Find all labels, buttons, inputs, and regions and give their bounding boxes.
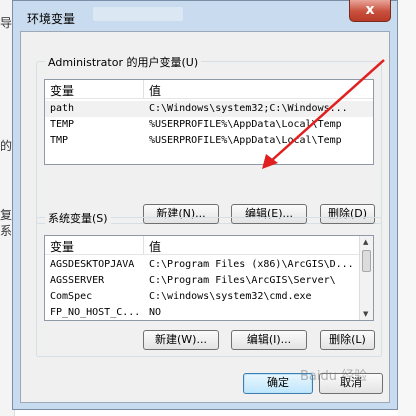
- variable-value: C:\Windows\system32;C:\Windows...: [149, 103, 348, 114]
- watermark: Baidu 经验: [300, 369, 368, 384]
- column-header-value[interactable]: 值: [149, 82, 161, 99]
- vertical-scrollbar[interactable]: ▲ ▼: [359, 236, 373, 320]
- list-header: 变量 值: [45, 236, 373, 255]
- variable-name: TMP: [50, 135, 69, 146]
- background-text: 系: [0, 224, 13, 238]
- variable-name: ComSpec: [50, 291, 93, 302]
- scroll-down-icon[interactable]: ▼: [363, 310, 368, 318]
- scroll-up-icon[interactable]: ▲: [363, 238, 368, 246]
- column-header-variable[interactable]: 变量: [50, 238, 74, 255]
- background-text: 导: [0, 16, 13, 30]
- scroll-thumb[interactable]: [362, 250, 371, 272]
- column-divider[interactable]: [143, 80, 144, 98]
- list-header: 变量 值: [45, 80, 373, 99]
- variable-value: C:\Program Files (x86)\ArcGIS\D...: [149, 259, 354, 270]
- table-row[interactable]: ComSpec C:\windows\system32\cmd.exe: [45, 289, 373, 305]
- column-header-variable[interactable]: 变量: [50, 82, 74, 99]
- column-header-value[interactable]: 值: [149, 238, 161, 255]
- close-button[interactable]: x: [349, 0, 391, 22]
- variable-name: path: [50, 103, 75, 114]
- environment-variables-dialog: 环境变量 x Administrator 的用户变量(U) 变量 值 path …: [12, 0, 398, 410]
- table-row[interactable]: TMP %USERPROFILE%\AppData\Local\Temp: [45, 133, 373, 149]
- variable-name: FP_NO_HOST_C...: [50, 307, 141, 318]
- dialog-client-area: Administrator 的用户变量(U) 变量 值 path C:\Wind…: [20, 31, 390, 403]
- variable-name: AGSSERVER: [50, 275, 105, 286]
- system-new-button[interactable]: 新建(W)...: [143, 330, 219, 350]
- blurred-title-fragment: [93, 7, 183, 21]
- user-variables-label: Administrator 的用户变量(U): [45, 54, 202, 70]
- table-row[interactable]: TEMP %USERPROFILE%\AppData\Local\Temp: [45, 117, 373, 133]
- variable-value: C:\Program Files\ArcGIS\Server\: [149, 275, 336, 286]
- table-row[interactable]: FP_NO_HOST_C... NO: [45, 305, 373, 320]
- dialog-titlebar[interactable]: 环境变量 x: [13, 0, 397, 31]
- system-variables-group: 系统变量(S) 变量 值 AGSDESKTOPJAVA C:\Program F…: [36, 210, 382, 357]
- variable-value: NO: [149, 307, 162, 318]
- variable-name: TEMP: [50, 119, 75, 130]
- system-delete-button[interactable]: 删除(L): [320, 330, 375, 350]
- table-row[interactable]: path C:\Windows\system32;C:\Windows...: [45, 101, 373, 117]
- variable-value: %USERPROFILE%\AppData\Local\Temp: [149, 135, 342, 146]
- variable-value: %USERPROFILE%\AppData\Local\Temp: [149, 119, 342, 130]
- close-icon: x: [365, 2, 375, 18]
- table-row[interactable]: AGSSERVER C:\Program Files\ArcGIS\Server…: [45, 273, 373, 289]
- background-window-right: [398, 0, 416, 416]
- system-variables-label: 系统变量(S): [45, 210, 111, 226]
- table-row[interactable]: AGSDESKTOPJAVA C:\Program Files (x86)\Ar…: [45, 257, 373, 273]
- variable-name: AGSDESKTOPJAVA: [50, 259, 135, 270]
- system-variables-list[interactable]: 变量 值 AGSDESKTOPJAVA C:\Program Files (x8…: [44, 235, 374, 321]
- background-text: 的: [0, 139, 13, 153]
- background-text: 复: [0, 208, 13, 222]
- variable-value: C:\windows\system32\cmd.exe: [149, 291, 312, 302]
- system-edit-button[interactable]: 编辑(I)...: [231, 330, 307, 350]
- dialog-title: 环境变量: [27, 12, 76, 26]
- user-variables-list[interactable]: 变量 值 path C:\Windows\system32;C:\Windows…: [44, 79, 374, 165]
- column-divider[interactable]: [143, 236, 144, 254]
- user-variables-group: Administrator 的用户变量(U) 变量 值 path C:\Wind…: [36, 54, 382, 224]
